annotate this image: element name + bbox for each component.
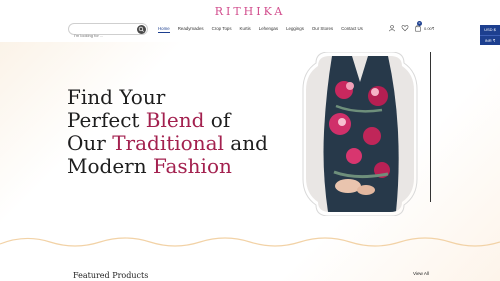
nav-item-lehengas[interactable]: Lehengas	[259, 26, 278, 33]
hero-line-2: Perfect Blend of	[67, 108, 231, 132]
decorative-wave	[0, 237, 500, 247]
hero-divider-line	[430, 52, 431, 202]
nav-item-crop-tops[interactable]: Crop Tops	[212, 26, 232, 33]
search-button[interactable]	[137, 25, 146, 34]
hero-heading: Find Your Perfect Blend of Our Tradition…	[67, 86, 268, 178]
currency-option-usd[interactable]: USD $	[480, 25, 500, 35]
nav-item-contact-us[interactable]: Contact Us	[341, 26, 363, 33]
search-box	[68, 23, 148, 41]
cart-count-badge: 0	[417, 21, 422, 26]
header-actions: 0 0.00₹	[388, 21, 435, 32]
currency-option-inr[interactable]: INR ₹	[480, 35, 500, 45]
currency-switcher: USD $ INR ₹	[480, 25, 500, 45]
brand-logo[interactable]: RITHIKA	[0, 5, 500, 18]
hero-line-3: Our Traditional and	[67, 131, 268, 155]
search-input[interactable]	[69, 30, 133, 41]
user-icon[interactable]	[388, 24, 396, 32]
hero-line-1: Find Your	[67, 85, 166, 109]
nav-item-kurtis[interactable]: Kurtis	[240, 26, 251, 33]
header-bar: Home Readymades Crop Tops Kurtis Lehenga…	[0, 20, 500, 41]
hero-product-image	[302, 52, 418, 216]
nav-item-leggings[interactable]: Leggings	[286, 26, 304, 33]
nav-item-home[interactable]: Home	[158, 26, 170, 33]
view-all-link[interactable]: View All	[413, 271, 429, 276]
hero-line-4: Modern Fashion	[67, 154, 232, 178]
featured-products-heading: Featured Products	[73, 271, 149, 280]
search-icon	[138, 26, 144, 32]
heart-icon[interactable]	[401, 24, 409, 32]
nav-item-our-stores[interactable]: Our Stores	[312, 26, 333, 33]
nav-item-readymades[interactable]: Readymades	[178, 26, 204, 33]
cart-total: 0.00₹	[424, 25, 435, 31]
cart-button[interactable]: 0 0.00₹	[414, 21, 435, 32]
main-menu: Home Readymades Crop Tops Kurtis Lehenga…	[158, 26, 363, 33]
